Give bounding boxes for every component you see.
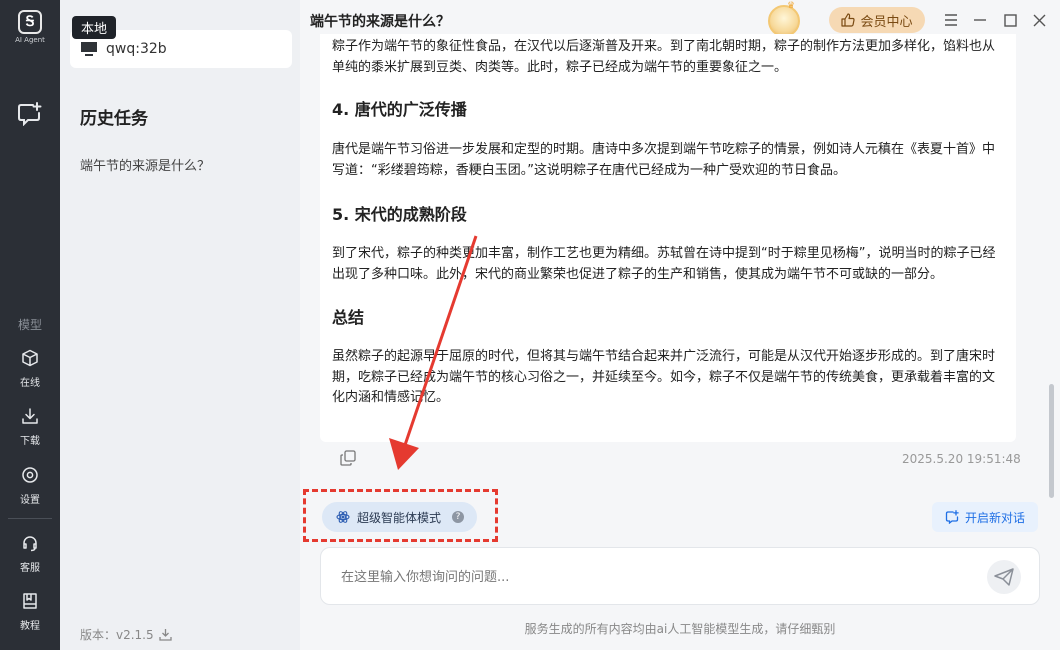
cube-icon [22, 349, 38, 367]
composer [320, 547, 1040, 605]
rail-item-label: 教程 [20, 621, 40, 632]
menu-icon[interactable] [940, 9, 962, 31]
history-title: 历史任务 [80, 109, 148, 129]
new-conversation-label: 开启新对话 [964, 510, 1025, 525]
minimize-icon[interactable] [969, 9, 991, 31]
version-text: 版本：v2.1.5 [80, 628, 154, 642]
avatar[interactable] [768, 5, 800, 37]
vip-center-button[interactable]: 会员中心 [829, 7, 925, 33]
maximize-icon[interactable] [999, 9, 1021, 31]
logo-text: AI Agent [15, 36, 45, 44]
rail-item-label: 在线 [20, 378, 40, 389]
page-title: 端午节的来源是什么？ [310, 14, 450, 30]
download-icon[interactable] [158, 628, 172, 641]
question-input[interactable] [341, 566, 961, 588]
download-icon [22, 408, 38, 424]
model-name: qwq:32b [106, 41, 167, 57]
rail-item-download[interactable]: 下载 [0, 407, 60, 448]
thumbs-up-icon [841, 13, 856, 27]
new-chat-icon[interactable] [17, 102, 43, 126]
left-rail: Ꭶ AI Agent 模型 在线 下载 设置 客服 教程 [0, 0, 60, 650]
vip-label: 会员中心 [860, 14, 913, 30]
new-chat-icon [945, 510, 959, 524]
rail-item-tutorial[interactable]: 教程 [0, 592, 60, 633]
rail-item-label: 客服 [20, 563, 40, 574]
monitor-icon [81, 42, 97, 56]
app-logo: Ꭶ AI Agent [12, 10, 48, 44]
answer-card: 粽子作为端午节的象征性食品，在汉代以后逐渐普及开来。到了南北朝时期，粽子的制作方… [320, 34, 1016, 442]
new-conversation-button[interactable]: 开启新对话 [932, 502, 1038, 532]
history-panel: 本地 qwq:32b 历史任务 端午节的来源是什么？ 版本：v2.1.5 [60, 0, 300, 650]
close-icon[interactable] [1028, 9, 1050, 31]
history-item[interactable]: 端午节的来源是什么？ [80, 155, 210, 174]
rail-item-label: 设置 [20, 495, 40, 506]
model-section-label: 模型 [17, 318, 42, 332]
version-info: 版本：v2.1.5 [80, 626, 172, 643]
answer-heading: 总结 [332, 308, 365, 327]
send-icon [994, 568, 1014, 586]
rail-item-support[interactable]: 客服 [0, 534, 60, 575]
send-button[interactable] [987, 560, 1021, 594]
rail-item-label: 下载 [20, 436, 40, 447]
message-timestamp: 2025.5.20 19:51:48 [902, 452, 1021, 466]
answer-paragraph: 唐代是端午节习俗进一步发展和定型的时期。唐诗中多次提到端午节吃粽子的情景，例如诗… [332, 142, 996, 178]
settings-icon [22, 467, 38, 483]
logo-mark-icon: Ꭶ [18, 10, 42, 34]
crown-icon: ♛ [787, 1, 796, 11]
answer-heading: 4. 唐代的广泛传播 [332, 100, 467, 119]
headset-icon [23, 536, 37, 552]
rail-divider [8, 518, 52, 519]
answer-heading: 5. 宋代的成熟阶段 [332, 205, 467, 224]
copy-icon[interactable] [340, 450, 356, 466]
rail-item-online[interactable]: 在线 [0, 349, 60, 390]
answer-paragraph: 虽然粽子的起源早于屈原的时代，但将其与端午节结合起来并广泛流行，可能是从汉代开始… [332, 349, 996, 405]
rail-item-settings[interactable]: 设置 [0, 466, 60, 507]
answer-paragraph: 到了宋代，粽子的种类更加丰富，制作工艺也更为精细。苏轼曾在诗中提到“时于粽里见杨… [332, 246, 996, 282]
scrollbar-thumb[interactable] [1049, 384, 1054, 498]
main-panel: 端午节的来源是什么？ ♛ 会员中心 粽子作为端午节的象征性食品，在汉代以后逐渐普… [300, 0, 1060, 650]
answer-paragraph: 粽子作为端午节的象征性食品，在汉代以后逐渐普及开来。到了南北朝时期，粽子的制作方… [332, 39, 996, 75]
book-icon [23, 593, 37, 609]
annotation-highlight-box [303, 489, 498, 542]
ai-disclaimer: 服务生成的所有内容均由ai人工智能模型生成，请仔细甄别 [524, 622, 836, 636]
local-tooltip: 本地 [72, 16, 117, 39]
